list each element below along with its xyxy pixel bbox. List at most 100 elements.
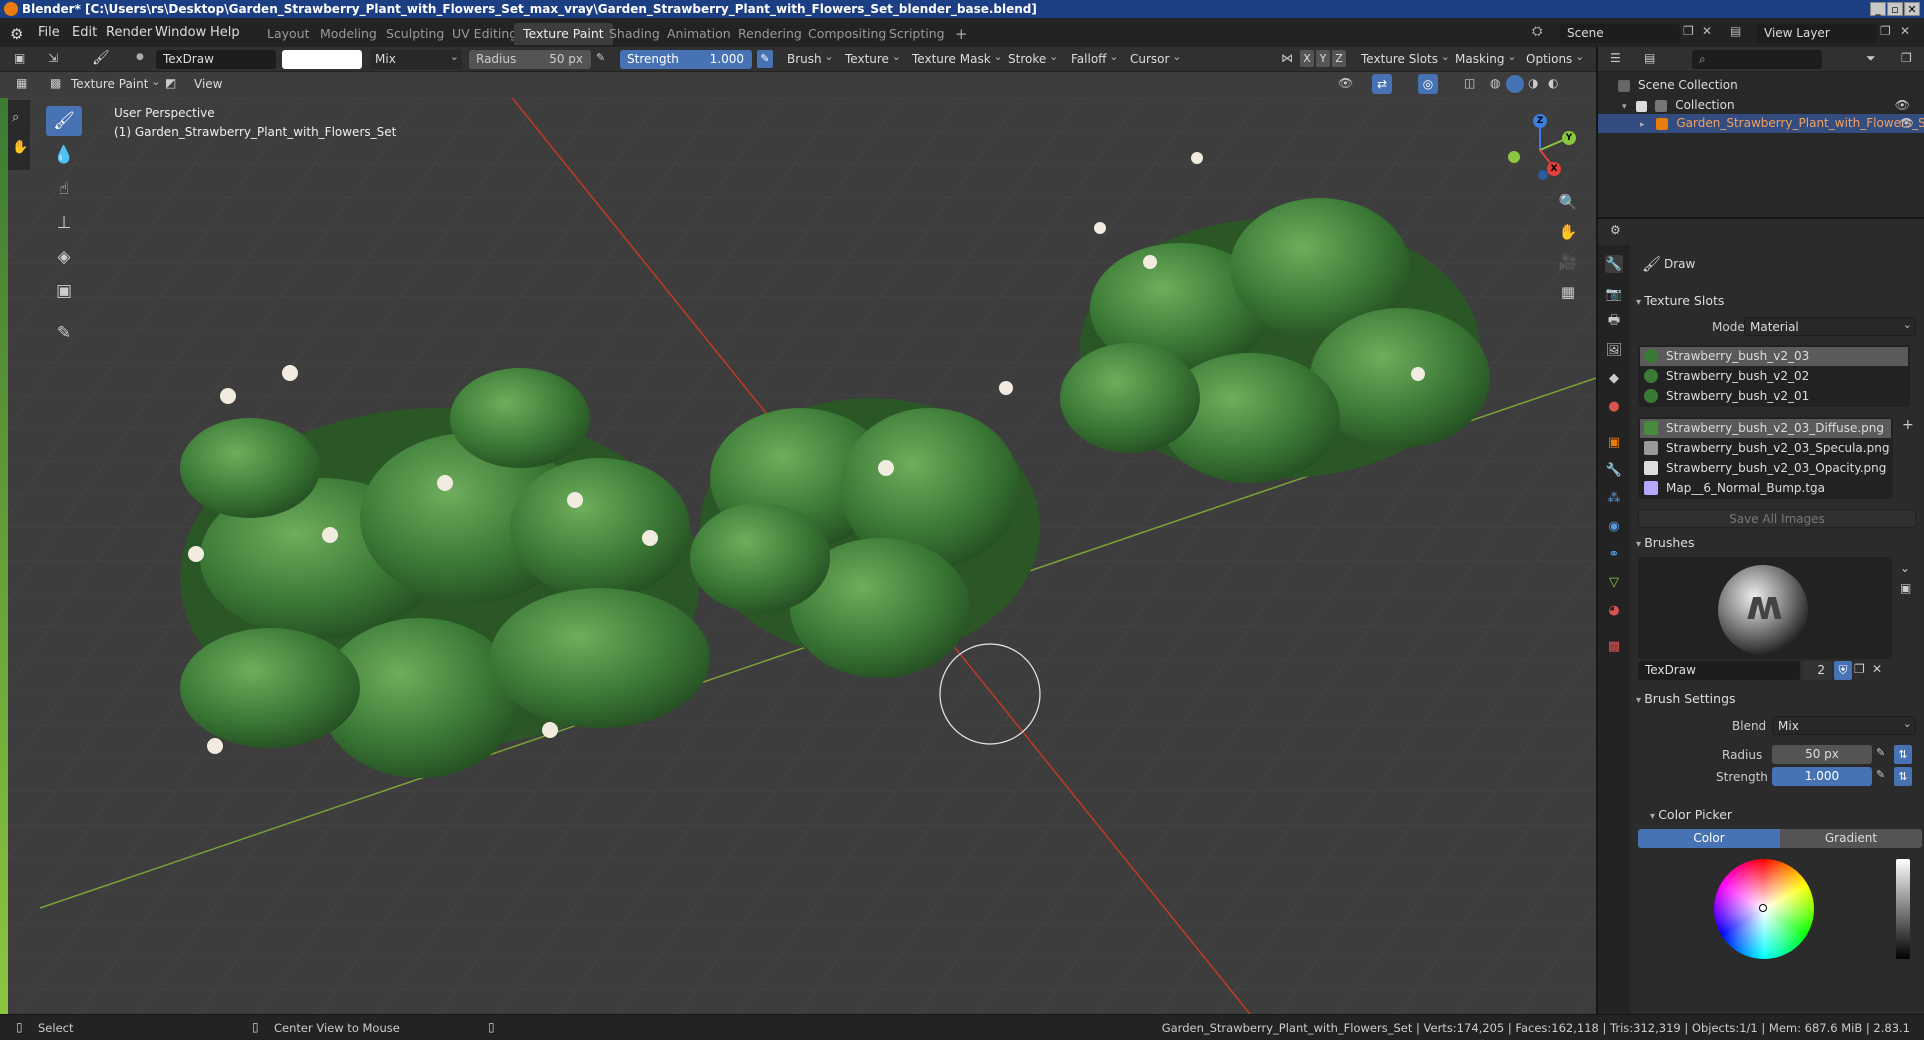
material-tab-icon[interactable]: ◕ bbox=[1605, 601, 1623, 619]
output-tab-icon[interactable]: 🖶 bbox=[1605, 313, 1623, 331]
view-layer-tab-icon[interactable]: 🖼 bbox=[1605, 341, 1623, 359]
brush-settings-section[interactable]: Brush Settings bbox=[1636, 691, 1735, 706]
color-wheel[interactable] bbox=[1714, 859, 1814, 959]
texture-slots-section[interactable]: Texture Slots bbox=[1636, 293, 1724, 308]
strength-pressure-icon[interactable]: ✎ bbox=[1876, 768, 1885, 781]
brush-color-swatch[interactable] bbox=[282, 50, 362, 69]
camera-icon[interactable]: 🎥 bbox=[1556, 250, 1580, 274]
blend-mode-dropdown[interactable]: Mix bbox=[370, 47, 462, 69]
blender-menu-icon[interactable]: ⚙ bbox=[10, 25, 23, 43]
texture-mask-menu[interactable]: Texture Mask bbox=[907, 47, 1006, 69]
minimize-button[interactable]: _ bbox=[1870, 2, 1886, 16]
mode-dropdown[interactable]: Texture Paint bbox=[66, 72, 163, 94]
tool-select-icon[interactable]: ⇲ bbox=[48, 51, 58, 65]
editor-type-icon[interactable]: ☰ bbox=[1610, 51, 1621, 65]
value-slider[interactable] bbox=[1896, 859, 1910, 959]
outliner-collection[interactable]: ▾ Collection 👁 bbox=[1622, 96, 1922, 115]
data-tab-icon[interactable]: ▽ bbox=[1605, 573, 1623, 591]
brush-users-count[interactable]: 2 bbox=[1802, 661, 1832, 680]
delete-view-layer-icon[interactable]: ✕ bbox=[1900, 24, 1910, 38]
tab-sculpting[interactable]: Sculpting bbox=[377, 23, 453, 45]
color-picker-section[interactable]: Color Picker bbox=[1650, 807, 1732, 822]
smear-tool-button[interactable]: ☝ bbox=[46, 174, 82, 204]
editor-type-icon[interactable]: ⚙ bbox=[1610, 223, 1621, 237]
particles-tab-icon[interactable]: ⁂ bbox=[1605, 489, 1623, 507]
constraints-tab-icon[interactable]: ⚭ bbox=[1605, 545, 1623, 563]
gizmo-x-axis[interactable]: X bbox=[1547, 162, 1561, 176]
wireframe-shading-icon[interactable]: ◍ bbox=[1490, 76, 1500, 90]
radius-unit-icon[interactable]: ⇅ bbox=[1894, 745, 1912, 764]
editor-type-icon[interactable]: ▦ bbox=[16, 76, 27, 90]
masking-menu[interactable]: Masking bbox=[1450, 47, 1519, 69]
save-all-images-button[interactable]: Save All Images bbox=[1638, 509, 1916, 528]
strength-field[interactable]: Strength 1.000 bbox=[620, 50, 752, 69]
texture-slots-menu[interactable]: Texture Slots bbox=[1356, 47, 1453, 69]
outliner-scene-collection[interactable]: Scene Collection bbox=[1618, 76, 1918, 95]
menu-render[interactable]: Render bbox=[106, 25, 152, 40]
gizmo-toggle-icon[interactable]: ⇄ bbox=[1372, 74, 1392, 94]
filter-icon[interactable]: ⏷ bbox=[1866, 51, 1876, 66]
color-wheel-cursor[interactable] bbox=[1759, 904, 1767, 912]
menu-edit[interactable]: Edit bbox=[72, 25, 97, 40]
world-tab-icon[interactable]: ● bbox=[1605, 397, 1623, 415]
rendered-shading-icon[interactable]: ◐ bbox=[1548, 76, 1558, 90]
paint-mask-icon[interactable]: ◩ bbox=[165, 76, 176, 90]
navigation-gizmo[interactable]: Z Y X bbox=[1500, 110, 1590, 200]
maximize-button[interactable]: ▫ bbox=[1887, 2, 1903, 16]
brush-preview-box[interactable]: ʍ bbox=[1638, 557, 1892, 659]
brush-name-field[interactable]: TexDraw bbox=[1638, 661, 1800, 680]
brushes-section[interactable]: Brushes bbox=[1636, 535, 1694, 550]
mirror-x-toggle[interactable]: X bbox=[1300, 50, 1314, 67]
scene-icon[interactable]: ⛭ bbox=[1532, 24, 1542, 39]
fake-user-icon[interactable]: ● bbox=[136, 52, 144, 62]
radius-pressure-icon[interactable]: ✎ bbox=[1876, 746, 1885, 759]
object-tab-icon[interactable]: ▣ bbox=[1605, 433, 1623, 451]
gizmo-neg-y[interactable] bbox=[1508, 151, 1520, 163]
mirror-z-toggle[interactable]: Z bbox=[1332, 50, 1346, 67]
scene-name-field[interactable]: Scene bbox=[1560, 24, 1680, 43]
radius-pressure-icon[interactable]: ✎ bbox=[596, 51, 605, 64]
new-collection-icon[interactable]: ❐ bbox=[1901, 51, 1912, 65]
view-layer-icon[interactable]: ▤ bbox=[1730, 24, 1741, 38]
mode-dropdown[interactable]: Material bbox=[1744, 315, 1916, 336]
options-menu[interactable]: Options bbox=[1521, 47, 1587, 69]
material-shading-icon[interactable]: ◑ bbox=[1528, 76, 1538, 90]
brush-image-icon[interactable]: ▣ bbox=[1900, 581, 1911, 595]
modifier-tab-icon[interactable]: 🔧 bbox=[1605, 461, 1623, 479]
outliner-object[interactable]: ▸ Garden_Strawberry_Plant_with_Flowers_S… bbox=[1598, 114, 1924, 133]
tab-scripting[interactable]: Scripting bbox=[880, 23, 954, 45]
view-layer-field[interactable]: View Layer bbox=[1757, 24, 1877, 43]
radius-field[interactable]: Radius 50 px bbox=[469, 50, 591, 69]
gizmo-z-axis[interactable]: Z bbox=[1533, 114, 1547, 128]
unlink-brush-icon[interactable]: ✕ bbox=[1872, 662, 1882, 676]
outliner-search-input[interactable]: ⌕ bbox=[1692, 50, 1822, 69]
gradient-tab[interactable]: Gradient bbox=[1780, 829, 1922, 848]
overlay-toggle-icon[interactable]: ◎ bbox=[1418, 74, 1438, 94]
new-view-layer-icon[interactable]: ❐ bbox=[1880, 24, 1891, 38]
fill-tool-button[interactable]: ◈ bbox=[46, 242, 82, 272]
menu-help[interactable]: Help bbox=[210, 25, 240, 40]
mirror-y-toggle[interactable]: Y bbox=[1316, 50, 1330, 67]
strength-pressure-icon[interactable]: ✎ bbox=[757, 50, 773, 68]
solid-shading-icon[interactable] bbox=[1506, 75, 1524, 93]
brush-menu[interactable]: Brush bbox=[782, 47, 837, 69]
soften-tool-button[interactable]: 💧 bbox=[46, 140, 82, 170]
fake-user-shield-icon[interactable]: ⛨ bbox=[1834, 661, 1852, 680]
texture-tab-icon[interactable]: ▩ bbox=[1605, 637, 1623, 655]
add-workspace-button[interactable]: + bbox=[946, 23, 977, 45]
brush-name-field[interactable]: TexDraw bbox=[156, 50, 276, 69]
scene-tab-icon[interactable]: ◆ bbox=[1605, 369, 1623, 387]
color-tab[interactable]: Color bbox=[1638, 829, 1780, 848]
stroke-menu[interactable]: Stroke bbox=[1003, 47, 1061, 69]
tab-layout[interactable]: Layout bbox=[258, 23, 319, 45]
mask-tool-button[interactable]: ▣ bbox=[46, 276, 82, 306]
tool-tab-icon[interactable]: 🔧 bbox=[1605, 255, 1623, 273]
image-slot-specular[interactable]: Strawberry_bush_v2_03_Specula.png bbox=[1640, 439, 1891, 458]
strength-slider[interactable]: 1.000 bbox=[1772, 767, 1872, 786]
blend-dropdown[interactable]: Mix bbox=[1772, 714, 1916, 735]
clone-tool-button[interactable]: ⊥ bbox=[46, 208, 82, 238]
tab-modeling[interactable]: Modeling bbox=[311, 23, 386, 45]
cursor-menu[interactable]: Cursor bbox=[1125, 47, 1184, 69]
3d-viewport[interactable]: User Perspective (1) Garden_Strawberry_P… bbox=[0, 98, 1596, 1014]
strength-unit-icon[interactable]: ⇅ bbox=[1894, 767, 1912, 786]
